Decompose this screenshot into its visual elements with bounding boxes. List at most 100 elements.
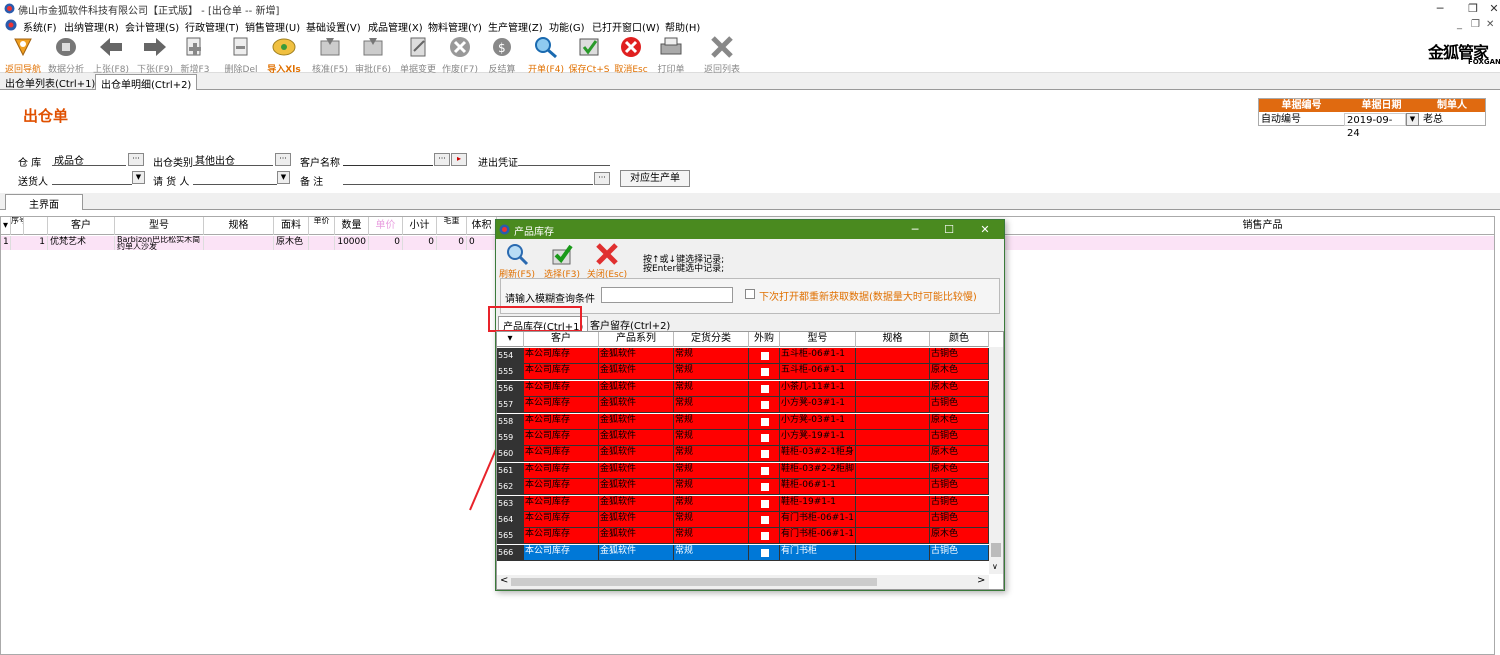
inventory-cell-color[interactable]: 原木色 [930,528,989,545]
dialog-minimize-button[interactable]: ─ [898,220,932,239]
menu-functions[interactable]: 功能(G) [549,19,585,34]
col-sales-product[interactable]: 销售产品 [1031,217,1494,235]
menu-finished-goods[interactable]: 成品管理(X) [368,19,423,34]
inv-col-category[interactable]: 定货分类 [674,332,749,347]
inventory-cell-spec[interactable] [856,462,930,479]
inventory-row[interactable]: 559 本公司库存 金狐软件 常规 小方凳-19#1-1 古铜色 [497,430,989,446]
inventory-cell-cat[interactable]: 常规 [674,430,749,446]
customer-go-button[interactable]: ▸ [451,153,467,166]
inventory-cell-model[interactable]: 鞋柜-19#1-1 [780,495,856,512]
inv-col-spec[interactable]: 规格 [856,332,930,347]
inventory-cell-customer[interactable]: 本公司库存 [524,430,599,446]
col-subtotal[interactable]: 小计 [403,217,437,235]
inventory-cell-customer[interactable]: 本公司库存 [524,397,599,414]
inventory-cell-model[interactable]: 有门书柜-06#1-1 [780,512,856,528]
menu-production[interactable]: 生产管理(Z) [488,19,543,34]
scroll-down-icon[interactable]: ∨ [992,562,998,571]
inventory-cell-customer[interactable]: 本公司库存 [524,413,599,430]
outsourced-checkbox[interactable] [761,516,769,524]
inventory-cell-cat[interactable]: 常规 [674,413,749,430]
inventory-cell-customer[interactable]: 本公司库存 [524,446,599,463]
close-window-button[interactable]: ✕ [1488,0,1500,17]
outsourced-checkbox-cell[interactable] [749,364,780,381]
col-seq[interactable]: 序号 [11,217,24,235]
outsourced-checkbox-cell[interactable] [749,446,780,463]
inv-col-series[interactable]: 产品系列 [599,332,674,347]
produce-order-button[interactable]: 对应生产单 [620,170,690,187]
inventory-row[interactable]: 563 本公司库存 金狐软件 常规 鞋柜-19#1-1 古铜色 [497,495,989,512]
menu-admin[interactable]: 行政管理(T) [185,19,239,34]
inventory-cell-series[interactable]: 金狐软件 [599,397,674,414]
inv-col-color[interactable]: 颜色 [930,332,989,347]
col-spec[interactable]: 规格 [204,217,274,235]
inventory-row[interactable]: 565 本公司库存 金狐软件 常规 有门书柜-06#1-1 原木色 [497,528,989,545]
inventory-cell-series[interactable]: 金狐软件 [599,446,674,463]
horizontal-scrollbar[interactable]: < > [497,575,989,589]
inventory-cell-color[interactable]: 古铜色 [930,544,989,561]
return-list-button[interactable]: 返回列表 [699,33,745,75]
mdi-close-button[interactable]: ✕ [1486,19,1494,30]
refetch-checkbox[interactable] [745,289,755,299]
menu-accounting[interactable]: 会计管理(S) [125,19,179,34]
inventory-cell-model[interactable]: 鞋柜-06#1-1 [780,479,856,496]
outsourced-checkbox[interactable] [761,450,769,459]
outsourced-checkbox[interactable] [761,532,769,541]
menu-system[interactable]: 系统(F) [23,19,57,34]
outsourced-checkbox-cell[interactable] [749,380,780,397]
remark-lookup-button[interactable]: ··· [594,172,610,185]
inventory-cell-series[interactable]: 金狐软件 [599,413,674,430]
inventory-cell-model[interactable]: 五斗柜-06#1-1 [780,364,856,381]
inventory-cell-spec[interactable] [856,364,930,381]
inventory-cell-series[interactable]: 金狐软件 [599,430,674,446]
inventory-row[interactable]: 564 本公司库存 金狐软件 常规 有门书柜-06#1-1 古铜色 [497,512,989,528]
outsourced-checkbox-cell[interactable] [749,544,780,561]
inventory-cell-model[interactable]: 小方凳-03#1-1 [780,397,856,414]
outsourced-checkbox[interactable] [761,434,769,442]
inventory-cell-color[interactable]: 原木色 [930,462,989,479]
outsourced-checkbox[interactable] [761,384,769,393]
menu-materials[interactable]: 物料管理(Y) [428,19,482,34]
cell-customer[interactable]: 优梵艺术 [48,236,115,250]
inventory-cell-model[interactable]: 鞋柜-03#2-1柜身 [780,446,856,463]
refetch-checkbox-label[interactable]: 下次打开都重新获取数据(数据量大时可能比较慢) [759,288,977,303]
inventory-cell-series[interactable]: 金狐软件 [599,364,674,381]
inventory-cell-cat[interactable]: 常规 [674,512,749,528]
tab-outbound-list[interactable]: 出仓单列表(Ctrl+1) [0,74,100,90]
requester-dropdown-icon[interactable]: ▼ [277,171,290,184]
close-dialog-button[interactable]: 关闭(Esc) [586,240,628,280]
refresh-button[interactable]: 刷新(F5) [496,240,538,280]
outsourced-checkbox[interactable] [761,483,769,492]
outsourced-checkbox[interactable] [761,417,769,426]
out-type-lookup-button[interactable]: ··· [275,153,291,166]
inventory-cell-spec[interactable] [856,348,930,364]
search-input[interactable] [601,287,733,303]
inventory-cell-color[interactable]: 古铜色 [930,495,989,512]
cell-price[interactable]: 0 [369,236,403,250]
inventory-cell-customer[interactable]: 本公司库存 [524,380,599,397]
inventory-cell-color[interactable]: 原木色 [930,413,989,430]
out-type-field[interactable]: 其他出仓 [193,152,273,166]
tab-main[interactable]: 主界面 [5,194,83,211]
outsourced-checkbox-cell[interactable] [749,462,780,479]
horizontal-scroll-thumb[interactable] [511,578,877,586]
outsourced-checkbox-cell[interactable] [749,512,780,528]
inventory-cell-spec[interactable] [856,430,930,446]
inventory-cell-color[interactable]: 古铜色 [930,430,989,446]
inventory-cell-series[interactable]: 金狐软件 [599,528,674,545]
inventory-cell-model[interactable]: 有门书柜 [780,544,856,561]
cell-model[interactable]: Barbizon巴比松实木简约单人沙发 [115,236,204,250]
inventory-cell-spec[interactable] [856,479,930,496]
cell-spec[interactable] [204,236,274,250]
inventory-row[interactable]: 566 本公司库存 金狐软件 常规 有门书柜 古铜色 [497,544,989,561]
outsourced-checkbox-cell[interactable] [749,413,780,430]
outsourced-checkbox[interactable] [761,466,769,475]
inventory-cell-series[interactable]: 金狐软件 [599,512,674,528]
outsourced-checkbox-cell[interactable] [749,397,780,414]
customer-field[interactable] [343,152,433,166]
inventory-cell-spec[interactable] [856,512,930,528]
menu-cashier[interactable]: 出纳管理(R) [64,19,119,34]
inventory-cell-color[interactable]: 古铜色 [930,348,989,364]
inventory-cell-customer[interactable]: 本公司库存 [524,528,599,545]
outsourced-checkbox-cell[interactable] [749,528,780,545]
inventory-cell-spec[interactable] [856,446,930,463]
